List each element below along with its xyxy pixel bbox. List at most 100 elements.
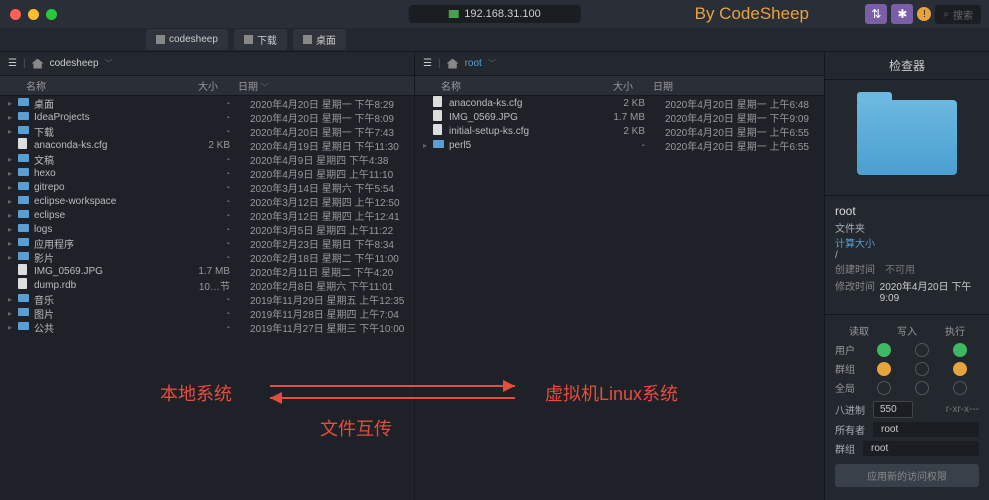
file-size: - [180, 182, 230, 193]
folder-icon [433, 140, 444, 148]
chevron-down-icon: ﹀ [105, 58, 113, 69]
file-row[interactable]: anaconda-ks.cfg2 KB2020年4月19日 星期日 下午11:3… [0, 138, 414, 152]
perm-group-write[interactable] [915, 362, 929, 376]
folder-row[interactable]: ▸桌面-2020年4月20日 星期一 下午8:29 [0, 96, 414, 110]
file-row[interactable]: IMG_0569.JPG1.7 MB2020年2月11日 星期二 下午4:20 [0, 264, 414, 278]
permissions-section: 读取 写入 执行 用户 群组 全 [825, 315, 989, 495]
folder-row[interactable]: ▸logs-2020年3月5日 星期四 上午11:22 [0, 222, 414, 236]
col-name[interactable]: 名称 [8, 78, 168, 93]
folder-row[interactable]: ▸IdeaProjects-2020年4月20日 星期一 下午8:09 [0, 110, 414, 124]
owner-value[interactable]: root [873, 422, 979, 437]
folder-row[interactable]: ▸图片-2019年11月28日 星期四 上午7:04 [0, 306, 414, 320]
item-name: root [835, 204, 979, 218]
file-date: 2020年4月20日 星期一 下午7:43 [230, 124, 406, 139]
folder-row[interactable]: ▸公共-2019年11月27日 星期三 下午10:00 [0, 320, 414, 334]
folder-icon [18, 322, 29, 330]
file-name: anaconda-ks.cfg [449, 98, 595, 109]
file-name: 公共 [34, 320, 180, 335]
file-size: 2 KB [595, 98, 645, 109]
file-date: 2020年4月20日 星期一 下午9:09 [645, 110, 816, 125]
minimize-button[interactable] [28, 9, 39, 20]
file-name: IMG_0569.JPG [34, 266, 180, 277]
file-name: hexo [34, 168, 180, 179]
folder-icon [18, 112, 29, 120]
folder-row[interactable]: ▸音乐-2019年11月29日 星期五 上午12:35 [0, 292, 414, 306]
local-pane: ☰ | codesheep ﹀ 名称 大小 日期 ﹀ ▸桌面-2020年4月20… [0, 52, 415, 500]
file-name: 桌面 [34, 96, 180, 111]
file-name: eclipse-workspace [34, 196, 180, 207]
file-name: IMG_0569.JPG [449, 112, 595, 123]
file-icon [433, 96, 442, 107]
file-size: 2 KB [180, 140, 230, 151]
perm-user-exec[interactable] [953, 343, 967, 357]
col-size[interactable]: 大小 [583, 78, 633, 93]
settings-button[interactable]: ✱ [891, 4, 913, 24]
apply-permissions-button[interactable]: 应用新的访问权限 [835, 464, 979, 487]
folder-row[interactable]: ▸gitrepo-2020年3月14日 星期六 下午5:54 [0, 180, 414, 194]
perm-all-write[interactable] [915, 381, 929, 395]
local-file-list: ▸桌面-2020年4月20日 星期一 下午8:29▸IdeaProjects-2… [0, 96, 414, 500]
folder-row[interactable]: ▸eclipse-workspace-2020年3月12日 星期四 上午12:5… [0, 194, 414, 208]
tab[interactable]: 桌面 [293, 29, 346, 50]
remote-pane: ☰ | root ﹀ 名称 大小 日期 anaconda-ks.cfg2 KB2… [415, 52, 825, 500]
file-date: 2020年4月9日 星期四 下午4:38 [230, 152, 406, 167]
col-date[interactable]: 日期 [238, 82, 258, 93]
tab[interactable]: 下载 [234, 29, 287, 50]
file-date: 2020年2月8日 星期六 下午11:01 [230, 278, 406, 293]
local-breadcrumb[interactable]: ☰ | codesheep ﹀ [0, 52, 414, 76]
host-indicator[interactable]: 192.168.31.100 [408, 5, 580, 23]
alert-icon[interactable]: ! [917, 7, 931, 21]
tab[interactable]: codesheep [146, 29, 228, 50]
col-date[interactable]: 日期 [653, 82, 673, 93]
list-icon: ☰ [423, 58, 432, 69]
group-value[interactable]: root [863, 441, 979, 456]
file-row[interactable]: anaconda-ks.cfg2 KB2020年4月20日 星期一 上午6:48 [415, 96, 824, 110]
file-name: dump.rdb [34, 280, 180, 291]
remote-breadcrumb[interactable]: ☰ | root ﹀ [415, 52, 824, 76]
remote-columns: 名称 大小 日期 [415, 76, 824, 96]
folder-row[interactable]: ▸eclipse-2020年3月12日 星期四 上午12:41 [0, 208, 414, 222]
inspector: 检查器 root 文件夹 计算大小 / 创建时间不可用 修改时间2020年4月2… [825, 52, 989, 500]
file-size: - [180, 224, 230, 235]
col-size[interactable]: 大小 [168, 78, 218, 93]
perm-group-read[interactable] [877, 362, 891, 376]
host-address: 192.168.31.100 [464, 8, 540, 20]
file-date: 2020年3月5日 星期四 上午11:22 [230, 222, 406, 237]
traffic-lights [10, 9, 57, 20]
perm-user-read[interactable] [877, 343, 891, 357]
server-icon [448, 10, 458, 18]
toolbar-right: ⇅ ✱ ! ⌕ 搜索 [865, 4, 981, 24]
octal-input[interactable] [873, 401, 913, 418]
file-date: 2020年3月12日 星期四 上午12:41 [230, 208, 406, 223]
file-name: 图片 [34, 306, 180, 321]
perm-user-write[interactable] [915, 343, 929, 357]
folder-icon [857, 100, 957, 175]
folder-row[interactable]: ▸hexo-2020年4月9日 星期四 上午11:10 [0, 166, 414, 180]
file-row[interactable]: IMG_0569.JPG1.7 MB2020年4月20日 星期一 下午9:09 [415, 110, 824, 124]
perm-all-read[interactable] [877, 381, 891, 395]
col-name[interactable]: 名称 [423, 78, 583, 93]
file-row[interactable]: initial-setup-ks.cfg2 KB2020年4月20日 星期一 上… [415, 124, 824, 138]
folder-row[interactable]: ▸文稿-2020年4月9日 星期四 下午4:38 [0, 152, 414, 166]
file-row[interactable]: dump.rdb10…节2020年2月8日 星期六 下午11:01 [0, 278, 414, 292]
file-date: 2020年2月11日 星期二 下午4:20 [230, 264, 406, 279]
perm-all-exec[interactable] [953, 381, 967, 395]
file-date: 2020年2月23日 星期日 下午8:34 [230, 236, 406, 251]
remote-file-list: anaconda-ks.cfg2 KB2020年4月20日 星期一 上午6:48… [415, 96, 824, 500]
folder-row[interactable]: ▸perl5-2020年4月20日 星期一 上午6:55 [415, 138, 824, 152]
close-button[interactable] [10, 9, 21, 20]
folder-row[interactable]: ▸影片-2020年2月18日 星期二 下午11:00 [0, 250, 414, 264]
search-icon: ⌕ [943, 9, 949, 20]
file-date: 2020年4月20日 星期一 上午6:48 [645, 96, 816, 111]
sync-button[interactable]: ⇅ [865, 4, 887, 24]
search-input[interactable]: ⌕ 搜索 [935, 5, 981, 24]
maximize-button[interactable] [46, 9, 57, 20]
folder-icon [18, 252, 29, 260]
folder-row[interactable]: ▸应用程序-2020年2月23日 星期日 下午8:34 [0, 236, 414, 250]
compute-size-link[interactable]: 计算大小 [835, 235, 979, 250]
file-name: 下载 [34, 124, 180, 139]
file-icon [18, 264, 27, 275]
folder-row[interactable]: ▸下载-2020年4月20日 星期一 下午7:43 [0, 124, 414, 138]
perm-group-exec[interactable] [953, 362, 967, 376]
folder-icon [18, 98, 29, 106]
